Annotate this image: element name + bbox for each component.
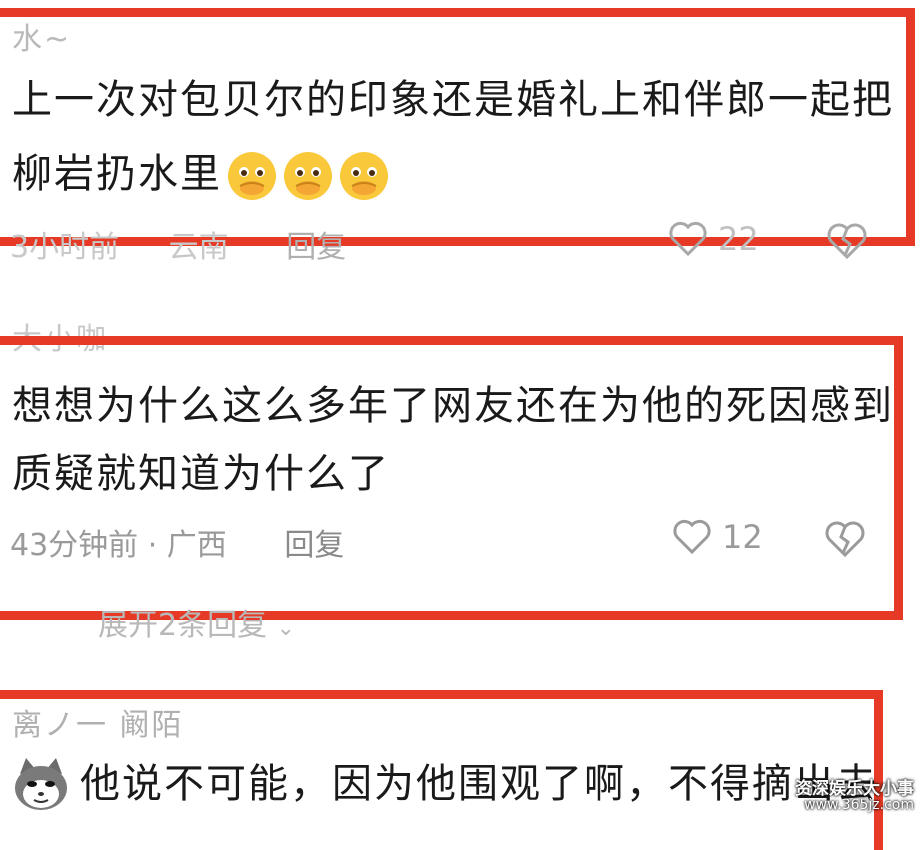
broken-heart-icon[interactable] xyxy=(824,520,866,558)
comment-2-text-line1: 想想为什么这么多年了网友还在为他的死因感到 xyxy=(12,383,894,429)
comment-2-time-location: 43分钟前 · 广西 xyxy=(10,528,227,563)
heart-icon xyxy=(669,221,707,257)
comment-2-like-count: 12 xyxy=(722,518,763,556)
crying-hands-emoji-icon xyxy=(228,152,276,200)
comment-3-text-line1: 他说不可能，因为他围观了啊，不得摘出去 xyxy=(80,761,878,807)
watermark-title: 资深娱乐大小事 xyxy=(795,779,914,799)
chevron-down-icon: ⌄ xyxy=(276,616,296,641)
comment-1-meta: 3小时前 云南 回复 xyxy=(10,222,364,266)
comment-1-text-line2-content: 柳岩扔水里 xyxy=(12,151,222,197)
comment-2-expand-replies[interactable]: 展开2条回复 ⌄ xyxy=(98,600,295,644)
comment-1-like-button[interactable]: 22 xyxy=(668,220,759,258)
crying-hands-emoji-icon xyxy=(284,152,332,200)
cat-avatar-icon xyxy=(15,758,67,810)
comment-1-like-count: 22 xyxy=(718,220,759,258)
watermark: 资深娱乐大小事 www.365jz.com xyxy=(795,779,914,814)
comment-1-location: 云南 xyxy=(168,230,229,265)
crying-hands-emoji-icon xyxy=(340,152,388,200)
heart-icon xyxy=(673,519,711,555)
comment-1-text-line2: 柳岩扔水里 xyxy=(12,140,390,208)
comment-2-text-line2: 质疑就知道为什么了 xyxy=(12,451,390,497)
comment-2-reply-button[interactable]: 回复 xyxy=(284,528,344,563)
expand-replies-label: 展开2条回复 xyxy=(98,608,268,643)
comment-1-time: 3小时前 xyxy=(10,230,120,265)
comment-1-reply-button[interactable]: 回复 xyxy=(286,230,346,265)
comment-2-like-button[interactable]: 12 xyxy=(672,518,763,556)
watermark-url: www.365jz.com xyxy=(804,797,914,813)
comment-2-meta: 43分钟前 · 广西 回复 xyxy=(10,520,362,564)
comment-1-text-line1: 上一次对包贝尔的印象还是婚礼上和伴郎一起把 xyxy=(12,77,894,123)
broken-heart-icon[interactable] xyxy=(826,222,868,260)
